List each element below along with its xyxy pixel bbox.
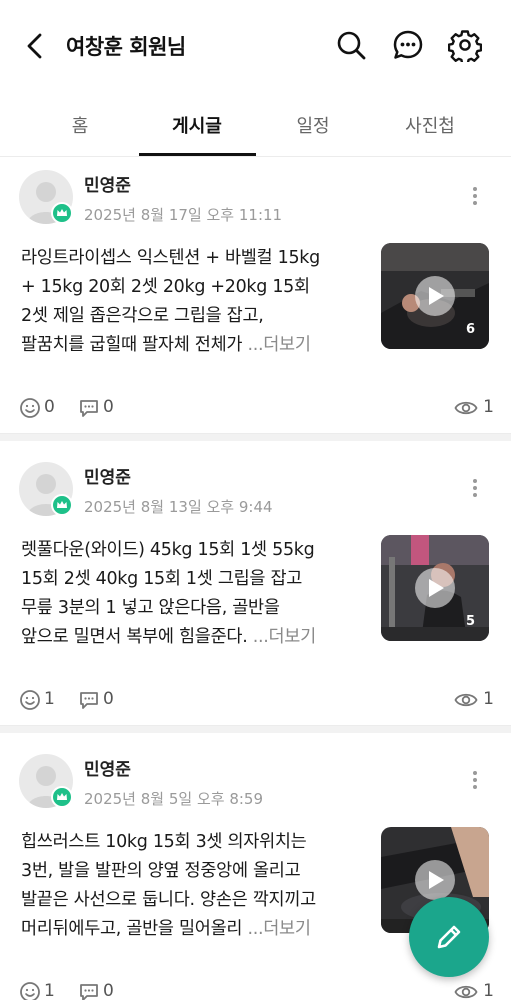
comment-count: 0 (103, 689, 114, 709)
write-post-button[interactable] (409, 897, 489, 977)
read-more-link[interactable]: ...더보기 (247, 335, 311, 355)
tab-home[interactable]: 홈 (72, 112, 89, 138)
like-count: 1 (44, 981, 55, 1000)
post-author[interactable]: 민영준 (84, 463, 131, 488)
like-count: 1 (44, 689, 55, 709)
tab-schedule[interactable]: 일정 (296, 112, 329, 138)
divider (0, 433, 511, 441)
post-date: 2025년 8월 5일 오후 8:59 (84, 790, 264, 808)
post-body[interactable]: 힙쓰러스트 10kg 15회 3셋 의자위치는 3번, 발을 발판의 양옆 정중… (21, 828, 367, 944)
post-body[interactable]: 라잉트라이셉스 익스텐션 + 바벨컬 15kg + 15kg 20회 2셋 20… (21, 244, 367, 360)
post-stats: 1 0 1 (19, 981, 494, 1000)
like-count: 0 (44, 397, 55, 417)
post-card[interactable]: 민영준 2025년 8월 13일 오후 9:44 렛풀다운(와이드) 45kg … (0, 449, 511, 733)
pencil-icon (437, 925, 461, 949)
back-arrow-icon[interactable] (20, 30, 52, 62)
crown-icon (51, 786, 73, 808)
video-thumbnail[interactable]: 6 (381, 243, 489, 349)
more-vertical-icon[interactable] (465, 477, 485, 499)
page-title: 여창훈 회원님 (66, 35, 186, 59)
post-date: 2025년 8월 13일 오후 9:44 (84, 498, 273, 516)
more-vertical-icon[interactable] (465, 769, 485, 791)
video-thumbnail[interactable]: 5 (381, 535, 489, 641)
play-icon[interactable] (415, 568, 455, 608)
tab-posts[interactable]: 게시글 (172, 112, 222, 138)
post-card[interactable]: 민영준 2025년 8월 17일 오후 11:11 라잉트라이셉스 익스텐션 +… (0, 157, 511, 441)
view-stat: 1 (454, 689, 494, 711)
app-header: 여창훈 회원님 (0, 0, 511, 94)
play-icon[interactable] (415, 860, 455, 900)
crown-icon (51, 202, 73, 224)
view-count: 1 (483, 981, 494, 1000)
post-date: 2025년 8월 17일 오후 11:11 (84, 206, 283, 224)
post-stats: 1 0 1 (19, 689, 494, 711)
divider (0, 725, 511, 733)
crown-icon (51, 494, 73, 516)
search-icon[interactable] (334, 28, 368, 62)
post-stats: 0 0 1 (19, 397, 494, 419)
more-vertical-icon[interactable] (465, 185, 485, 207)
play-icon[interactable] (415, 276, 455, 316)
post-author[interactable]: 민영준 (84, 171, 131, 196)
view-count: 1 (483, 397, 494, 417)
gear-icon[interactable] (447, 28, 483, 65)
media-count: 6 (465, 322, 475, 337)
read-more-link[interactable]: ...더보기 (253, 627, 317, 647)
tab-album[interactable]: 사진첩 (405, 112, 455, 138)
view-count: 1 (483, 689, 494, 709)
chat-icon[interactable] (391, 28, 425, 62)
post-body[interactable]: 렛풀다운(와이드) 45kg 15회 1셋 55kg 15회 2셋 40kg 1… (21, 536, 367, 652)
comment-count: 0 (103, 981, 114, 1000)
tab-bar: 홈 게시글 일정 사진첩 (0, 100, 511, 157)
view-stat: 1 (454, 981, 494, 1000)
comment-count: 0 (103, 397, 114, 417)
active-tab-indicator (139, 153, 256, 156)
read-more-link[interactable]: ...더보기 (247, 919, 311, 939)
post-author[interactable]: 민영준 (84, 755, 131, 780)
media-count: 5 (465, 614, 475, 629)
view-stat: 1 (454, 397, 494, 419)
